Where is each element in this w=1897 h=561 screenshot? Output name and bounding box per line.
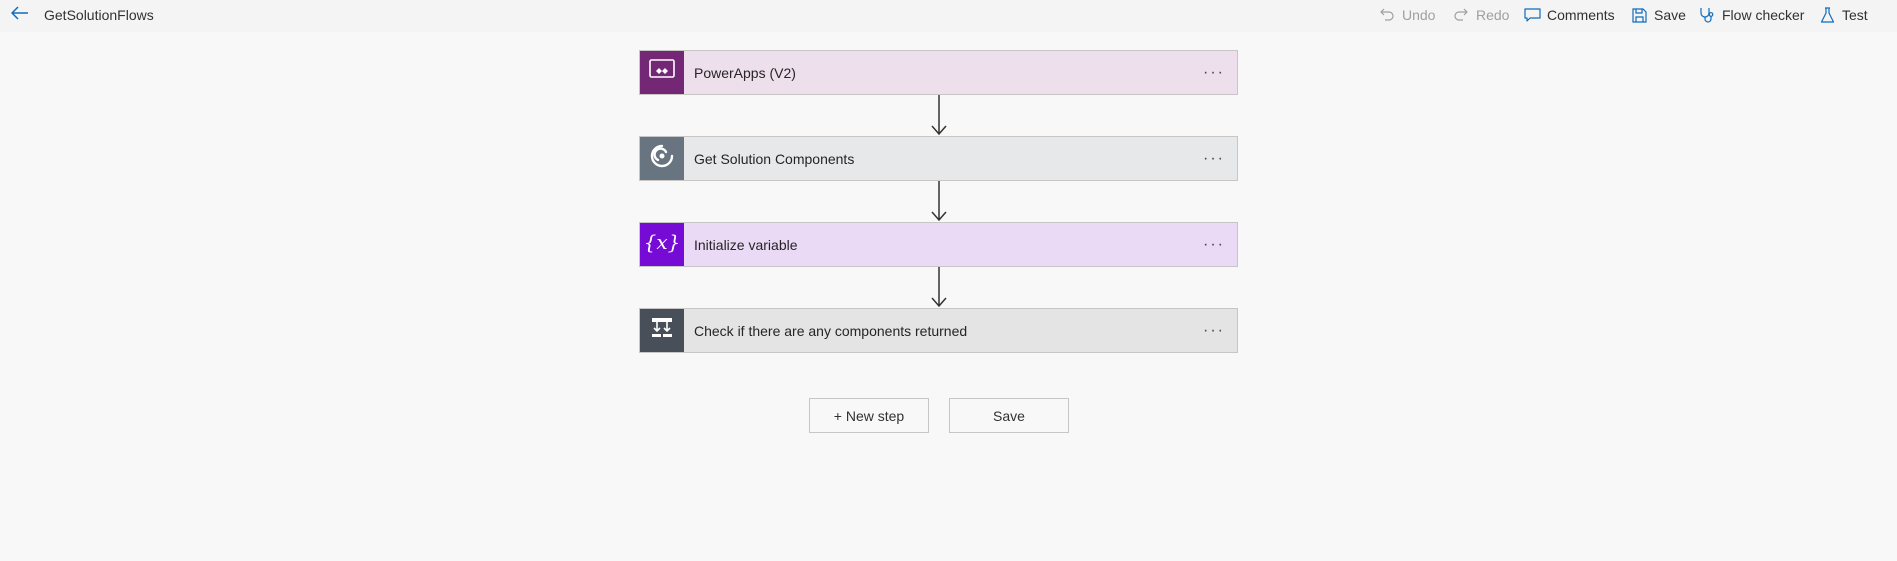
more-options-button[interactable]: ··· <box>1195 144 1233 174</box>
step-tile <box>640 137 684 180</box>
step-label: Initialize variable <box>694 236 798 253</box>
dataverse-icon <box>649 143 675 174</box>
flask-icon <box>1818 6 1836 24</box>
redo-button[interactable]: Redo <box>1452 3 1509 27</box>
step-tile: {x} <box>640 223 684 266</box>
step-label: PowerApps (V2) <box>694 64 796 81</box>
new-step-button[interactable]: + New step <box>809 398 929 433</box>
flow-title: GetSolutionFlows <box>44 7 154 23</box>
more-options-button[interactable]: ··· <box>1195 316 1233 346</box>
comment-icon <box>1523 6 1541 24</box>
step-label: Get Solution Components <box>694 150 855 167</box>
step-card-condition[interactable]: Check if there are any components return… <box>639 308 1238 353</box>
condition-icon <box>649 315 675 346</box>
step-tile <box>640 51 684 94</box>
command-bar: GetSolutionFlows Undo Redo Comments Save… <box>0 0 1897 32</box>
connector-arrow <box>931 267 947 308</box>
save-icon <box>1630 6 1648 24</box>
test-button[interactable]: Test <box>1818 3 1868 27</box>
svg-text:{x}: {x} <box>646 230 678 254</box>
flow-checker-button[interactable]: Flow checker <box>1698 3 1804 27</box>
save-command-label: Save <box>1654 7 1686 23</box>
undo-label: Undo <box>1402 7 1436 23</box>
step-card-powerapps[interactable]: PowerApps (V2) ··· <box>639 50 1238 95</box>
more-options-button[interactable]: ··· <box>1195 230 1233 260</box>
undo-button[interactable]: Undo <box>1378 3 1435 27</box>
redo-label: Redo <box>1476 7 1510 23</box>
save-button[interactable]: Save <box>949 398 1069 433</box>
variable-icon: {x} <box>644 228 681 261</box>
step-tile <box>640 309 684 352</box>
step-label: Check if there are any components return… <box>694 322 968 339</box>
redo-icon <box>1452 6 1470 24</box>
comments-button[interactable]: Comments <box>1523 3 1615 27</box>
comments-label: Comments <box>1547 7 1615 23</box>
flow-checker-label: Flow checker <box>1722 7 1805 23</box>
step-card-get-solution-components[interactable]: Get Solution Components ··· <box>639 136 1238 181</box>
connector-arrow <box>931 95 947 136</box>
test-label: Test <box>1842 7 1868 23</box>
step-card-initialize-variable[interactable]: {x} Initialize variable ··· <box>639 222 1238 267</box>
save-command-button[interactable]: Save <box>1630 3 1686 27</box>
arrow-left-icon <box>10 5 29 25</box>
powerapps-icon <box>648 58 676 87</box>
connector-arrow <box>931 181 947 222</box>
stethoscope-icon <box>1698 6 1716 24</box>
more-options-button[interactable]: ··· <box>1195 58 1233 88</box>
back-button[interactable] <box>8 3 32 27</box>
undo-icon <box>1378 6 1396 24</box>
